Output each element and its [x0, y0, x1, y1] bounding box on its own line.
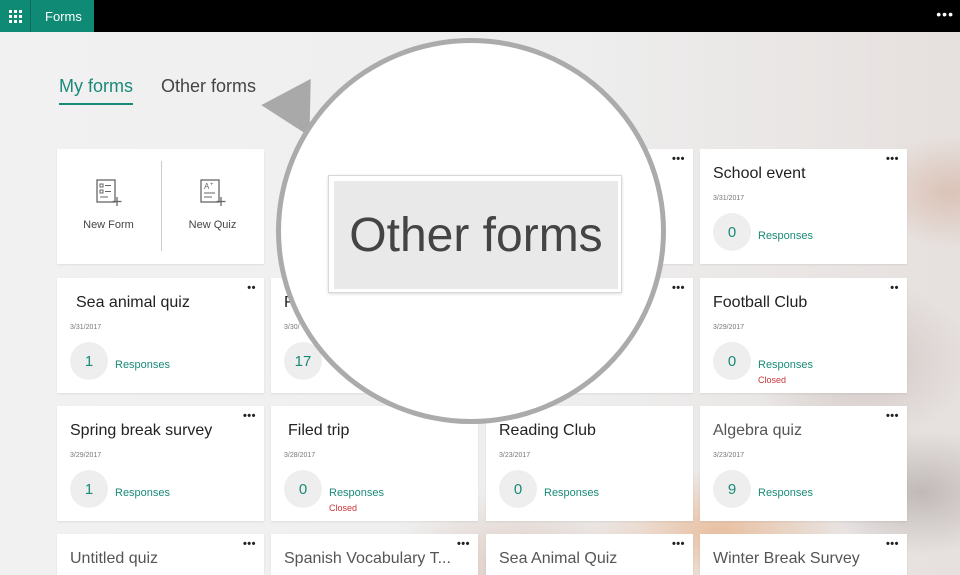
form-title: Football Club: [713, 294, 808, 311]
form-date: 3/23/2017: [713, 452, 745, 459]
form-card[interactable]: Algebra quiz 3/23/2017 9 Responses •••: [700, 406, 907, 521]
new-form-icon: [95, 179, 121, 206]
app-name[interactable]: Forms: [30, 0, 94, 32]
form-title: Sea Animal Quiz: [499, 550, 618, 567]
form-title: Reading Club: [499, 422, 596, 439]
new-form-card: New Form A + New Quiz: [57, 149, 264, 264]
more-icon[interactable]: •••: [886, 153, 899, 165]
form-title: Spanish Vocabulary T...: [284, 550, 451, 567]
form-card[interactable]: Filed trip 3/28/2017 0 Responses Closed …: [271, 406, 478, 521]
form-card[interactable]: Football Club 3/29/2017 0 Responses Clos…: [700, 278, 907, 393]
magnified-tab-label: Other forms: [334, 181, 618, 289]
closed-status: Closed: [758, 375, 787, 385]
response-count: 0: [713, 342, 751, 380]
new-quiz-icon: A +: [199, 179, 225, 206]
new-quiz-button[interactable]: A + New Quiz: [161, 149, 264, 264]
responses-link[interactable]: Responses: [115, 487, 170, 499]
new-quiz-label: New Quiz: [188, 219, 237, 231]
responses-link[interactable]: Responses: [758, 359, 813, 371]
form-date: 3/30/: [284, 324, 300, 331]
new-form-label: New Form: [83, 219, 134, 231]
more-icon[interactable]: •••: [672, 538, 685, 550]
form-card[interactable]: Sea animal quiz 3/31/2017 1 Responses ••: [57, 278, 264, 393]
form-card[interactable]: Spanish Vocabulary T... •••: [271, 534, 478, 575]
form-title: Winter Break Survey: [713, 550, 860, 567]
magnifier-callout: Other forms: [276, 38, 666, 424]
more-icon[interactable]: •••: [672, 282, 685, 294]
form-card[interactable]: Untitled quiz •••: [57, 534, 264, 575]
form-card[interactable]: Sea Animal Quiz •••: [486, 534, 693, 575]
form-title: Spring break survey: [70, 422, 213, 439]
form-title: School event: [713, 165, 806, 182]
responses-link[interactable]: Responses: [115, 359, 170, 371]
magnified-tab: Other forms: [328, 175, 622, 293]
tab-other-forms[interactable]: Other forms: [161, 76, 256, 105]
app-launcher-icon[interactable]: [0, 0, 30, 32]
form-card[interactable]: Spring break survey 3/29/2017 1 Response…: [57, 406, 264, 521]
form-date: 3/28/2017: [284, 452, 316, 459]
form-date: 3/31/2017: [713, 195, 745, 202]
more-icon[interactable]: •••: [936, 6, 954, 22]
more-icon[interactable]: •••: [672, 153, 685, 165]
responses-link[interactable]: Responses: [758, 487, 813, 499]
response-count: 9: [713, 470, 751, 508]
form-date: 3/31/2017: [70, 324, 102, 331]
more-icon[interactable]: ••: [890, 282, 899, 294]
more-icon[interactable]: •••: [886, 538, 899, 550]
more-icon[interactable]: •••: [243, 410, 256, 422]
response-count: 0: [499, 470, 537, 508]
form-date: 3/29/2017: [713, 324, 745, 331]
forms-tabs: My forms Other forms: [59, 76, 256, 105]
form-title: Sea animal quiz: [76, 294, 190, 311]
svg-text:+: +: [210, 182, 214, 188]
more-icon[interactable]: ••: [247, 282, 256, 294]
form-card[interactable]: Reading Club 3/23/2017 0 Responses: [486, 406, 693, 521]
form-date: 3/29/2017: [70, 452, 102, 459]
more-icon[interactable]: •••: [243, 538, 256, 550]
responses-link[interactable]: Responses: [329, 487, 384, 499]
more-icon[interactable]: •••: [886, 410, 899, 422]
response-count: 1: [70, 470, 108, 508]
form-title: Filed trip: [288, 422, 350, 439]
top-bar: Forms •••: [0, 0, 960, 32]
responses-link[interactable]: Responses: [544, 487, 599, 499]
closed-status: Closed: [329, 503, 358, 513]
response-count: 0: [284, 470, 322, 508]
form-title: Untitled quiz: [70, 550, 159, 567]
form-card[interactable]: School event 3/31/2017 0 Responses •••: [700, 149, 907, 264]
tab-my-forms[interactable]: My forms: [59, 76, 133, 105]
form-card[interactable]: Winter Break Survey •••: [700, 534, 907, 575]
form-date: 3/23/2017: [499, 452, 531, 459]
more-icon[interactable]: •••: [457, 538, 470, 550]
responses-link[interactable]: Responses: [758, 230, 813, 242]
form-title: Algebra quiz: [713, 422, 802, 439]
response-count: 0: [713, 213, 751, 251]
new-form-button[interactable]: New Form: [57, 149, 160, 264]
response-count: 1: [70, 342, 108, 380]
